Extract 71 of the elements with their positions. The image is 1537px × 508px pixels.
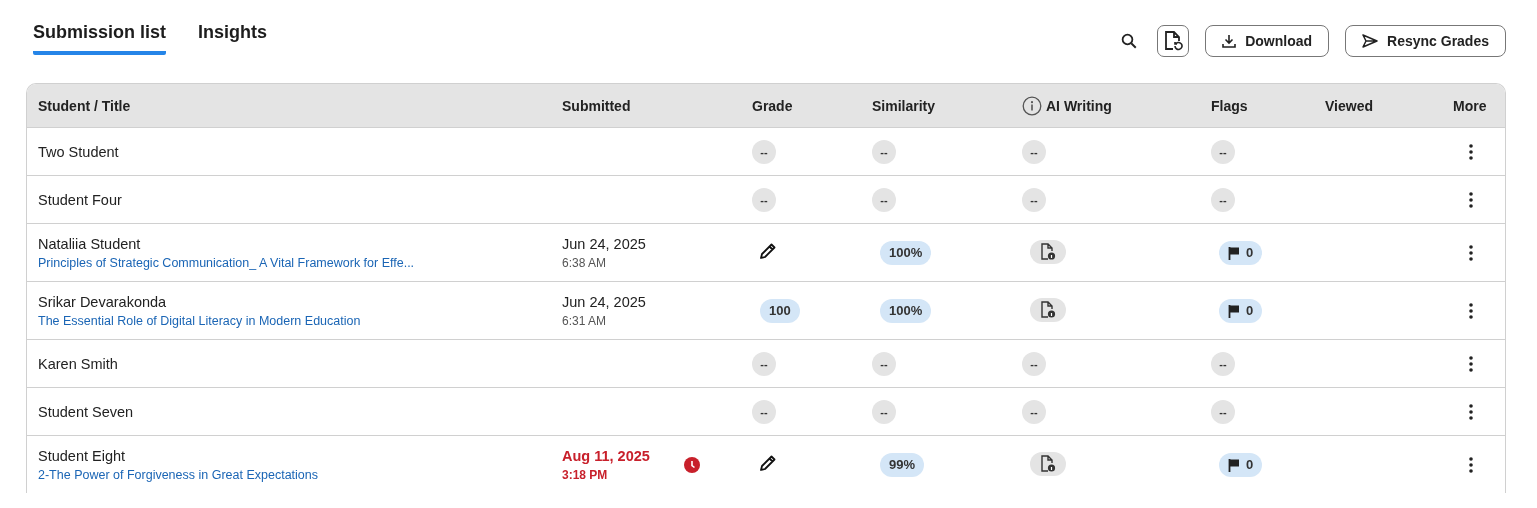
submitted-time: 3:18 PM [562, 467, 608, 482]
submission-title-link[interactable]: The Essential Role of Digital Literacy in Modern Education [38, 313, 361, 328]
column-header[interactable]: Similarity [872, 97, 1022, 114]
more-icon [1469, 244, 1473, 261]
clock-icon [683, 456, 700, 473]
empty-badge: -- [1211, 399, 1235, 424]
score-badge: 100% [880, 298, 932, 323]
tab[interactable]: Submission list [33, 22, 167, 55]
info-icon [1022, 95, 1042, 116]
column-header[interactable]: More [1453, 97, 1505, 114]
download-button[interactable]: Download [1205, 25, 1330, 57]
empty-badge: -- [1211, 187, 1235, 212]
empty-badge: -- [872, 139, 896, 164]
score-badge: 100 [760, 298, 800, 323]
submitted-date: Jun 24, 2025 [562, 293, 646, 310]
document-info-icon [1040, 455, 1056, 473]
column-header[interactable]: Viewed [1325, 97, 1453, 114]
more-icon [1469, 143, 1473, 160]
student-name: Student Four [38, 191, 122, 208]
submission-title-link[interactable]: 2-The Power of Forgiveness in Great Expectations [38, 467, 318, 482]
empty-badge: -- [1022, 187, 1046, 212]
column-header[interactable]: Grade [752, 97, 872, 114]
flag-count-badge: 0 [1219, 240, 1263, 265]
more-icon [1469, 355, 1473, 372]
resync-grades-button[interactable]: Resync Grades [1345, 25, 1506, 57]
flag-count-badge: 0 [1219, 298, 1263, 323]
flag-icon [1228, 457, 1240, 472]
empty-badge: -- [872, 187, 896, 212]
empty-badge: -- [872, 351, 896, 376]
empty-badge: -- [1022, 139, 1046, 164]
student-name: Srikar Devarakonda [38, 293, 167, 310]
document-info-icon [1040, 243, 1056, 261]
flag-icon [1228, 303, 1240, 318]
sync-document-button[interactable] [1157, 25, 1190, 57]
submitted-date: Aug 11, 2025 [562, 447, 650, 464]
empty-badge: -- [1022, 351, 1046, 376]
empty-badge: -- [1211, 351, 1235, 376]
download-icon [1222, 34, 1237, 48]
student-name: Student Seven [38, 403, 134, 420]
empty-badge: -- [1022, 399, 1046, 424]
empty-badge: -- [752, 399, 776, 424]
flag-icon [1228, 245, 1240, 260]
column-header[interactable]: AI Writing [1046, 97, 1112, 114]
submitted-time: 6:38 AM [562, 255, 607, 270]
submitted-time: 6:31 AM [562, 313, 607, 328]
empty-badge: -- [752, 187, 776, 212]
submission-title-link[interactable]: Principles of Strategic Communication_ A Vital Framework for Effe... [38, 255, 415, 270]
column-header[interactable]: Student / Title [38, 97, 562, 114]
flag-count-badge: 0 [1219, 452, 1263, 477]
student-name: Karen Smith [38, 355, 118, 372]
student-name: Nataliia Student [38, 235, 141, 252]
empty-badge: -- [752, 139, 776, 164]
more-icon [1469, 456, 1473, 473]
more-icon [1469, 191, 1473, 208]
score-badge: 99% [880, 452, 925, 477]
empty-badge: -- [872, 399, 896, 424]
student-name: Student Eight [38, 447, 126, 464]
more-icon [1469, 302, 1473, 319]
empty-badge: -- [752, 351, 776, 376]
column-header[interactable]: Flags [1211, 97, 1325, 114]
score-badge: 100% [880, 240, 932, 265]
tab[interactable]: Insights [198, 22, 268, 55]
student-name: Two Student [38, 143, 119, 160]
more-icon [1469, 403, 1473, 420]
submitted-date: Jun 24, 2025 [562, 235, 646, 252]
column-header[interactable]: Submitted [562, 97, 752, 114]
send-icon [1362, 34, 1379, 48]
document-refresh-icon [1163, 30, 1184, 52]
document-info-icon [1040, 301, 1056, 319]
empty-badge: -- [1211, 139, 1235, 164]
search-icon [1120, 32, 1139, 50]
